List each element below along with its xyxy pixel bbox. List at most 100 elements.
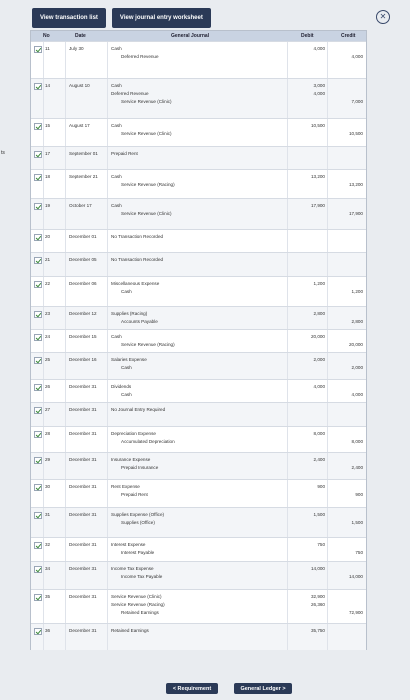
account-name[interactable]: Cash (111, 46, 122, 51)
column-divider (107, 277, 108, 307)
debit-value[interactable]: 1,200 (289, 281, 326, 286)
debit-value[interactable]: 13,200 (289, 174, 325, 179)
account-name[interactable]: No Transaction Recorded (111, 234, 163, 239)
debit-value[interactable]: 2,400 (289, 457, 326, 462)
credit-value[interactable]: 4,000 (327, 392, 364, 397)
credit-value[interactable]: 20,000 (327, 342, 363, 347)
credit-value[interactable]: 4,000 (327, 54, 364, 59)
credit-value[interactable]: 900 (327, 492, 363, 497)
account-name[interactable]: Cash (111, 203, 122, 208)
tab-view-transaction-list[interactable]: View transaction list (32, 8, 106, 28)
account-name[interactable]: Interest Expense (111, 542, 145, 547)
account-name[interactable]: Service Revenue (Racing) (121, 182, 175, 187)
credit-value[interactable]: 10,500 (327, 131, 363, 136)
debit-value[interactable]: 20,000 (289, 334, 325, 339)
prev-requirement-button[interactable]: < Requirement (166, 683, 218, 694)
credit-value[interactable]: 1,200 (327, 289, 364, 294)
debit-value[interactable]: 10,500 (289, 123, 325, 128)
column-divider (107, 147, 108, 170)
column-divider (107, 538, 108, 562)
account-name[interactable]: Service Revenue (Clinic) (121, 99, 172, 104)
row-checkmark-icon (34, 203, 42, 210)
next-general-ledger-button[interactable]: General Ledger > (234, 683, 292, 694)
account-name[interactable]: Supplies (Racing) (111, 311, 147, 316)
credit-value[interactable]: 2,400 (327, 465, 364, 470)
account-name[interactable]: Service Revenue (Clinic) (121, 211, 172, 216)
debit-value[interactable]: 14,000 (289, 566, 325, 571)
account-name[interactable]: Supplies Expense (Office) (111, 512, 164, 517)
account-name[interactable]: No Journal Entry Required (111, 407, 165, 412)
debit-value[interactable]: 750 (289, 542, 325, 547)
debit-value[interactable]: 26,360 (289, 602, 325, 607)
column-divider (43, 480, 44, 508)
account-name[interactable]: Income Tax Payable (121, 574, 162, 579)
column-divider (107, 199, 108, 230)
debit-value[interactable]: 4,000 (289, 46, 326, 51)
account-name[interactable]: Prepaid Rent (111, 151, 138, 156)
debit-value[interactable]: 900 (289, 484, 325, 489)
account-name[interactable]: Supplies (Office) (121, 520, 155, 525)
account-name[interactable]: Retained Earnings (111, 628, 149, 633)
account-name[interactable]: Service Revenue (Racing) (121, 342, 175, 347)
account-name[interactable]: Cash (121, 392, 132, 397)
row-date: December 31 (69, 407, 97, 412)
account-name[interactable]: Insurance Expense (111, 457, 150, 462)
credit-value[interactable]: 2,800 (327, 319, 364, 324)
account-name[interactable]: Salaries Expense (111, 357, 147, 362)
account-name[interactable]: Miscellaneous Expense (111, 281, 159, 286)
row-checkmark-icon (34, 594, 42, 601)
account-name[interactable]: Prepaid Insurance (121, 465, 158, 470)
column-divider (65, 403, 66, 427)
account-name[interactable]: Depreciation Expense (111, 431, 156, 436)
account-name[interactable]: Income Tax Expense (111, 566, 154, 571)
account-name[interactable]: Interest Payable (121, 550, 154, 555)
account-name[interactable]: Accounts Payable (121, 319, 158, 324)
row-checkmark-icon (34, 46, 42, 53)
debit-value[interactable]: 2,000 (289, 357, 326, 362)
account-name[interactable]: Cash (121, 289, 132, 294)
close-icon[interactable]: ✕ (376, 10, 390, 24)
account-name[interactable]: Deferred Revenue (111, 91, 149, 96)
debit-value[interactable]: 4,000 (289, 91, 326, 96)
credit-value[interactable]: 14,000 (327, 574, 363, 579)
account-name[interactable]: Service Revenue (Clinic) (111, 594, 162, 599)
column-divider (327, 330, 328, 353)
account-name[interactable]: Deferred Revenue (121, 54, 159, 59)
column-divider (43, 42, 44, 79)
debit-value[interactable]: 17,900 (289, 203, 325, 208)
debit-value[interactable]: 8,000 (289, 431, 326, 436)
account-name[interactable]: Service Revenue (Clinic) (121, 131, 172, 136)
column-divider (65, 624, 66, 650)
tab-view-journal-entry-worksheet[interactable]: View journal entry worksheet (111, 8, 211, 28)
credit-value[interactable]: 2,000 (327, 365, 364, 370)
credit-value[interactable]: 13,200 (327, 182, 363, 187)
credit-value[interactable]: 1,500 (327, 520, 364, 525)
debit-value[interactable]: 4,000 (289, 384, 326, 389)
account-name[interactable]: Service Revenue (Racing) (111, 602, 165, 607)
column-divider (327, 79, 328, 119)
credit-value[interactable]: 8,000 (327, 439, 364, 444)
account-name[interactable]: Cash (111, 334, 122, 339)
debit-value[interactable]: 35,750 (289, 628, 325, 633)
account-name[interactable]: Cash (111, 123, 122, 128)
account-name[interactable]: Cash (111, 83, 122, 88)
row-date: December 31 (69, 628, 97, 633)
account-name[interactable]: Prepaid Rent (121, 492, 148, 497)
account-name[interactable]: Cash (111, 174, 122, 179)
debit-value[interactable]: 2,800 (289, 311, 326, 316)
row-checkmark-icon (34, 384, 42, 391)
credit-value[interactable]: 17,900 (327, 211, 363, 216)
credit-value[interactable]: 750 (327, 550, 363, 555)
column-divider (287, 624, 288, 650)
account-name[interactable]: No Transaction Recorded (111, 257, 163, 262)
account-name[interactable]: Retained Earnings (121, 610, 159, 615)
debit-value[interactable]: 3,000 (289, 83, 326, 88)
account-name[interactable]: Dividends (111, 384, 131, 389)
debit-value[interactable]: 1,500 (289, 512, 326, 517)
credit-value[interactable]: 72,900 (327, 610, 363, 615)
account-name[interactable]: Rent Expense (111, 484, 140, 489)
account-name[interactable]: Accumulated Depreciation (121, 439, 175, 444)
credit-value[interactable]: 7,000 (327, 99, 364, 104)
debit-value[interactable]: 32,900 (289, 594, 325, 599)
account-name[interactable]: Cash (121, 365, 132, 370)
